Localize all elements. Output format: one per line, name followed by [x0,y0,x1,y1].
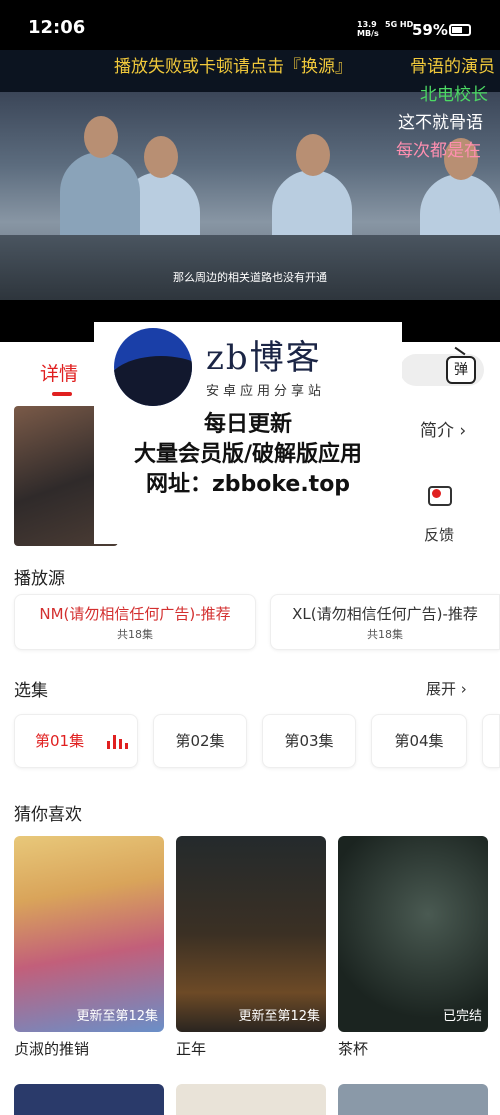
source-name: XL(请勿相信任何广告)-推荐 [292,605,478,623]
danmaku-text: 骨语的演员 [410,57,495,77]
playing-bars-icon [107,735,129,749]
update-badge: 更新至第12集 [238,1009,320,1024]
expand-button[interactable]: 展开 › [426,678,467,699]
episode-button[interactable]: 第03集 [262,714,356,768]
source-section-title: 播放源 [14,569,65,589]
source-count: 共18集 [367,628,403,641]
recommend-title[interactable]: 贞淑的推销 [14,1038,89,1059]
watermark-line: 大量会员版/破解版应用 [133,442,363,467]
tab-detail[interactable]: 详情 [40,359,78,386]
feedback-icon [428,486,452,506]
update-badge: 更新至第12集 [76,1009,158,1024]
danmaku-text: 北电校长 [420,85,488,105]
tab-indicator [52,392,72,396]
watermark-banner: zb博客 安卓应用分享站 每日更新 大量会员版/破解版应用 网址：zbboke.… [94,322,402,544]
recommend-section-title: 猜你喜欢 [14,805,82,825]
recommend-title[interactable]: 茶杯 [338,1038,368,1059]
watermark-line: 每日更新 [203,412,292,437]
recommend-card[interactable]: 已完结 [338,836,488,1032]
feedback-button[interactable]: 反馈 [424,524,454,545]
watermark-brand: zb博客 [206,338,322,378]
marquee-notice: 播放失败或卡顿请点击『换源』 [114,57,352,77]
recommend-card[interactable] [14,1084,164,1115]
source-card[interactable]: NM(请勿相信任何广告)-推荐 共18集 [14,594,256,650]
recommend-card[interactable]: 更新至第12集 [176,836,326,1032]
episode-button[interactable]: 第04集 [371,714,467,768]
battery-icon [449,24,471,36]
battery-percent: 59% [412,21,448,39]
video-subtitle: 那么周边的相关道路也没有开通 [173,271,327,284]
update-badge: 已完结 [442,1009,482,1024]
danmaku-text: 每次都是在 [396,141,481,161]
status-bar: 12:06 13.9 MB/s 5G HD 59% [0,0,500,50]
recommend-title[interactable]: 正年 [176,1038,206,1059]
recommend-card[interactable] [176,1084,326,1115]
episode-button[interactable]: 第02集 [153,714,247,768]
watermark-line: 网址：zbboke.top [145,472,351,497]
recommend-card[interactable]: 更新至第12集 [14,836,164,1032]
recommend-card[interactable] [338,1084,488,1115]
intro-link[interactable]: 简介 › [420,416,466,441]
status-time: 12:06 [28,17,86,38]
episode-button[interactable]: 第01集 [14,714,138,768]
source-count: 共18集 [117,628,153,641]
danmaku-text: 这不就骨语 [398,113,483,133]
episode-button-partial[interactable] [482,714,500,768]
source-card[interactable]: XL(请勿相信任何广告)-推荐 共18集 [270,594,500,650]
watermark-tagline: 安卓应用分享站 [206,384,326,399]
blog-logo-icon [114,328,192,406]
source-name: NM(请勿相信任何广告)-推荐 [39,605,231,623]
video-player[interactable]: 播放失败或卡顿请点击『换源』 骨语的演员 北电校长 这不就骨语 每次都是在 那么… [0,50,500,342]
danmaku-toggle-icon[interactable]: 弹 [446,356,476,384]
net-speed: 13.9 MB/s [357,20,379,38]
signal-icon: 5G HD [385,20,414,29]
episode-section-title: 选集 [14,681,48,701]
